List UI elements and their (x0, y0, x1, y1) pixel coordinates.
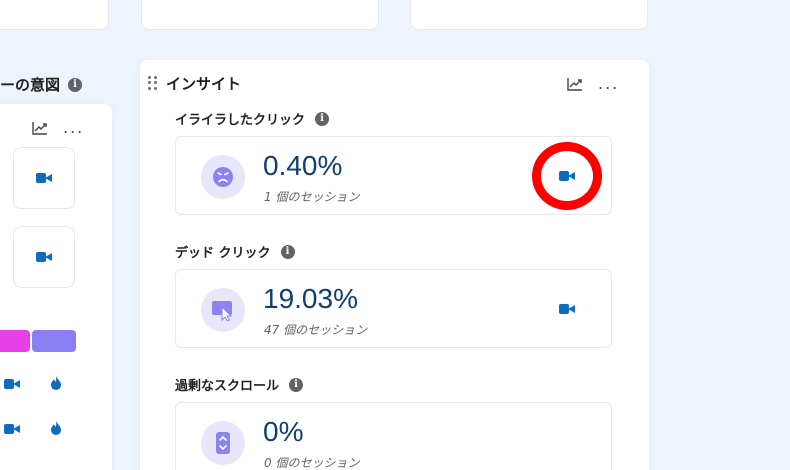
insights-more-button[interactable]: ... (598, 74, 619, 93)
session-recording-button[interactable] (13, 226, 75, 288)
scroll-phone-icon (201, 421, 245, 465)
trend-chart-icon[interactable] (32, 121, 48, 135)
left-panel-title: ーの意図 i (0, 74, 83, 95)
top-card-right (410, 0, 648, 30)
section-label-text: イライラしたクリック (175, 113, 306, 128)
section-label-frustrated-clicks: イライラしたクリック i (175, 109, 330, 128)
metric-card-excessive-scrolling[interactable]: 0% 0 個のセッション (175, 402, 612, 470)
left-panel-card: ... (0, 104, 112, 470)
drag-handle-icon[interactable] (148, 76, 158, 90)
section-label-text: 過剰なスクロール (175, 379, 280, 394)
metric-sessions: 1 個のセッション (264, 190, 360, 204)
metric-card-dead-clicks[interactable]: 19.03% 47 個のセッション (175, 269, 612, 348)
insights-title: インサイト (166, 75, 242, 93)
info-icon[interactable]: i (280, 244, 295, 259)
dead-click-cursor-icon (201, 288, 245, 332)
metric-value: 0.40% (263, 150, 343, 181)
insights-card: インサイト ... イライラしたクリック i 0.40% 1 個のセッション デ… (140, 60, 649, 470)
metric-sessions: 0 個のセッション (264, 456, 360, 470)
heatmap-flame-icon[interactable] (51, 376, 61, 390)
metric-sessions: 47 個のセッション (264, 323, 368, 337)
frown-face-icon (201, 155, 245, 199)
info-icon[interactable]: i (68, 77, 83, 92)
top-card-middle (141, 0, 379, 30)
bar-segment-magenta (0, 330, 30, 352)
section-label-dead-clicks: デッド クリック i (175, 242, 295, 261)
metric-value: 19.03% (263, 283, 358, 314)
video-camera-icon (36, 172, 52, 184)
trend-chart-icon[interactable] (567, 77, 583, 91)
video-camera-icon[interactable] (559, 303, 575, 315)
video-camera-icon (36, 251, 52, 263)
metric-value: 0% (263, 416, 304, 447)
info-icon[interactable]: i (289, 377, 304, 392)
bar-segment-violet (32, 330, 76, 352)
session-recording-button[interactable] (13, 147, 75, 209)
section-label-excessive-scrolling: 過剰なスクロール i (175, 375, 304, 394)
left-panel-title-text: ーの意図 (0, 76, 61, 94)
left-more-button[interactable]: ... (63, 118, 84, 137)
section-label-text: デッド クリック (175, 246, 271, 261)
info-icon[interactable]: i (315, 111, 330, 126)
highlight-ring (532, 142, 602, 210)
video-camera-icon[interactable] (4, 423, 20, 435)
heatmap-flame-icon[interactable] (51, 421, 61, 435)
top-card-left (0, 0, 109, 30)
video-camera-icon[interactable] (4, 378, 20, 390)
